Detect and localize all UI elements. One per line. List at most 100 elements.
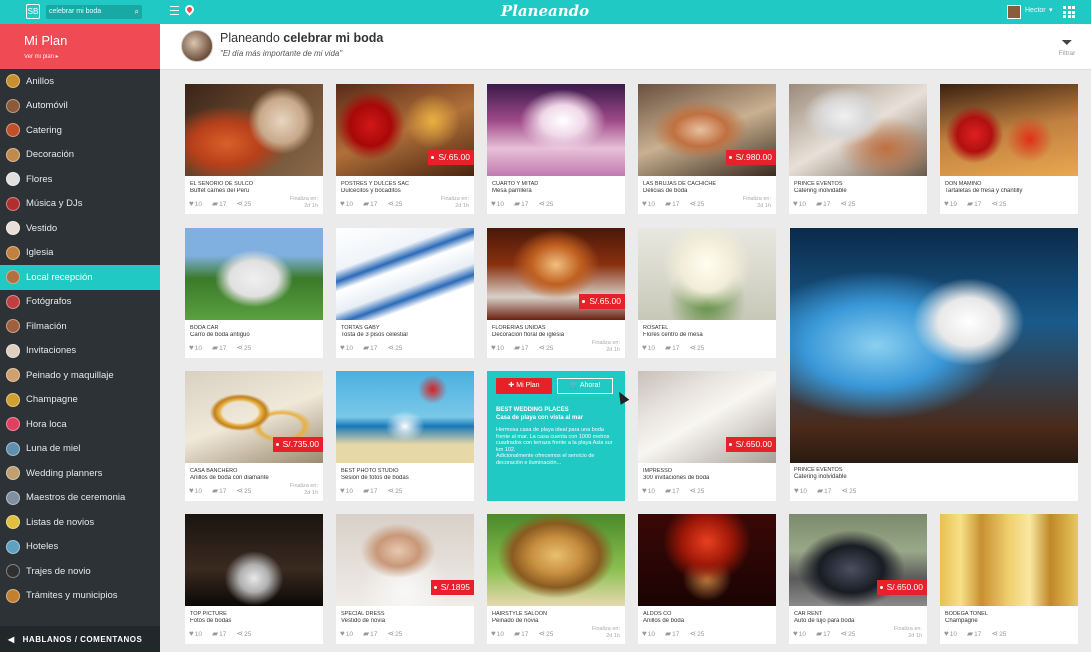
vendor-card[interactable]: POSTRES Y DULCES SAC Dulcecitos y bocadit… xyxy=(336,84,474,214)
comment-button[interactable]: ▰17 xyxy=(816,629,830,638)
vendor-card[interactable]: PRINCE EVENTOS Catering inolvidable ♥10 ▰17… xyxy=(789,84,927,214)
hamburger-menu-icon[interactable] xyxy=(170,6,179,15)
sidebar-item-maestros-de-ceremonia[interactable]: Maestros de ceremonia xyxy=(0,486,160,511)
plan-link[interactable]: Ver mi plan ▸ xyxy=(24,53,59,60)
sidebar-item-automóvil[interactable]: Automóvil xyxy=(0,94,160,119)
sidebar-item-wedding-planners[interactable]: Wedding planners xyxy=(0,461,160,486)
vendor-card[interactable]: CASA BANCHERO Anillos de boda con diamant… xyxy=(185,371,323,501)
vendor-card[interactable]: FLORERIAS UNIDAS Decoración floral de igl… xyxy=(487,228,625,358)
share-button[interactable]: ⋖25 xyxy=(841,486,856,495)
comment-button[interactable]: ▰17 xyxy=(212,199,226,208)
share-button[interactable]: ⋖25 xyxy=(689,199,704,208)
share-button[interactable]: ⋖25 xyxy=(689,343,704,352)
share-button[interactable]: ⋖25 xyxy=(689,486,704,495)
sidebar-item-trámites-y-municipios[interactable]: Trámites y municipios xyxy=(0,584,160,609)
my-plan-panel[interactable]: Mi Plan Ver mi plan ▸ xyxy=(0,24,160,69)
featured-image[interactable] xyxy=(790,228,1078,463)
buy-now-button[interactable]: 🛒 Ahora! xyxy=(557,378,613,394)
user-name[interactable]: Hector xyxy=(1025,7,1046,14)
vendor-card[interactable]: LAS BRUJAS DE CACHICHE Delicias de boda ♥1… xyxy=(638,84,776,214)
sidebar-item-catering[interactable]: Catering xyxy=(0,118,160,143)
vendor-card[interactable]: DON MAMINO Tartaletas de fresa y chantill… xyxy=(940,84,1078,214)
comment-button[interactable]: ▰17 xyxy=(363,486,377,495)
share-button[interactable]: ⋖25 xyxy=(689,629,704,638)
sidebar-item-hora-loca[interactable]: Hora loca xyxy=(0,412,160,437)
vendor-card[interactable]: BODA CAR Carro de boda antiguo ♥10 ▰17 ⋖25 xyxy=(185,228,323,358)
sidebar-item-flores[interactable]: Flores xyxy=(0,167,160,192)
chevron-down-icon[interactable]: ▾ xyxy=(1049,6,1053,14)
like-button[interactable]: ♥10 xyxy=(642,486,655,495)
like-button[interactable]: ♥10 xyxy=(340,343,353,352)
share-button[interactable]: ⋖25 xyxy=(236,629,251,638)
share-button[interactable]: ⋖25 xyxy=(387,343,402,352)
share-button[interactable]: ⋖25 xyxy=(387,199,402,208)
comment-button[interactable]: ▰17 xyxy=(816,199,830,208)
like-button[interactable]: ♥10 xyxy=(793,629,806,638)
like-button[interactable]: ♥10 xyxy=(944,629,957,638)
vendor-image[interactable] xyxy=(638,228,776,320)
vendor-card[interactable]: HAIRSTYLE SALOON Peinado de novia ♥10 ▰17 ⋖2… xyxy=(487,514,625,644)
comment-button[interactable]: ▰17 xyxy=(363,343,377,352)
filter-button[interactable]: ⏷ Filtrar xyxy=(1052,34,1082,57)
like-button[interactable]: ♥10 xyxy=(340,486,353,495)
share-button[interactable]: ⋖25 xyxy=(236,199,251,208)
share-button[interactable]: ⋖25 xyxy=(840,629,855,638)
brand-logo[interactable]: Planeando xyxy=(470,2,620,20)
sidebar-item-vestido[interactable]: Vestido xyxy=(0,216,160,241)
sidebar-item-champagne[interactable]: Champagne xyxy=(0,388,160,413)
like-button[interactable]: ♥10 xyxy=(491,629,504,638)
share-button[interactable]: ⋖25 xyxy=(991,629,1006,638)
comment-button[interactable]: ▰17 xyxy=(967,199,981,208)
location-pin-icon[interactable] xyxy=(183,3,196,16)
share-button[interactable]: ⋖25 xyxy=(387,486,402,495)
like-button[interactable]: ♥10 xyxy=(794,486,807,495)
sidebar-item-música-y-djs[interactable]: Música y DJs xyxy=(0,192,160,217)
like-button[interactable]: ♥10 xyxy=(189,199,202,208)
vendor-image[interactable] xyxy=(185,514,323,606)
add-to-plan-button[interactable]: ✚ Mi Plan xyxy=(496,378,552,394)
comment-button[interactable]: ▰17 xyxy=(665,199,679,208)
sidebar-item-fotógrafos[interactable]: Fotógrafos xyxy=(0,290,160,315)
sidebar-item-filmación[interactable]: Filmación xyxy=(0,314,160,339)
search-input[interactable]: celebrar mi boda ⌕ xyxy=(46,5,142,19)
vendor-image[interactable] xyxy=(789,84,927,176)
comment-button[interactable]: ▰17 xyxy=(514,343,528,352)
vendor-image[interactable] xyxy=(940,84,1078,176)
vendor-image[interactable] xyxy=(487,84,625,176)
comment-button[interactable]: ▰17 xyxy=(514,629,528,638)
like-button[interactable]: ♥10 xyxy=(340,629,353,638)
vendor-image[interactable] xyxy=(185,228,323,320)
like-button[interactable]: ♥10 xyxy=(189,343,202,352)
vendor-card[interactable]: SPECIAL DRESS Vestido de novia ♥10 ▰17 ⋖25 S/… xyxy=(336,514,474,644)
vendor-card[interactable]: TORTAS GABY Tosta de 3 pisos celestial ♥10… xyxy=(336,228,474,358)
sidebar-item-luna-de-miel[interactable]: Luna de miel xyxy=(0,437,160,462)
hover-card[interactable]: ✚ Mi Plan 🛒 Ahora! BEST WEDDING PLACES C… xyxy=(487,371,625,501)
share-button[interactable]: ⋖25 xyxy=(538,199,553,208)
share-button[interactable]: ⋖25 xyxy=(991,199,1006,208)
vendor-card[interactable]: CAR RENT Auto de lujo para boda ♥10 ▰17 ⋖25 F… xyxy=(789,514,927,644)
sidebar-item-listas-de-novios[interactable]: Listas de novios xyxy=(0,510,160,535)
vendor-card[interactable]: BODEGA TONEL Champagne ♥10 ▰17 ⋖25 xyxy=(940,514,1078,644)
like-button[interactable]: ♥10 xyxy=(642,199,655,208)
comment-button[interactable]: ▰17 xyxy=(817,486,831,495)
vendor-card[interactable]: ALDOS CO Anillos de boda ♥10 ▰17 ⋖25 xyxy=(638,514,776,644)
sidebar-item-anillos[interactable]: Anillos xyxy=(0,69,160,94)
share-button[interactable]: ⋖25 xyxy=(236,343,251,352)
like-button[interactable]: ♥10 xyxy=(340,199,353,208)
vendor-card[interactable]: IMPRESSO 300 invitaciones de boda ♥10 ▰17 ⋖2… xyxy=(638,371,776,501)
vendor-card[interactable]: TOP PICTURE Fotos de bodas ♥10 ▰17 ⋖25 xyxy=(185,514,323,644)
comment-button[interactable]: ▰17 xyxy=(363,199,377,208)
sidebar-item-hoteles[interactable]: Hoteles xyxy=(0,535,160,560)
sidebar-item-local-recepción[interactable]: Local recepción xyxy=(0,265,160,290)
vendor-card[interactable]: EL SEÑORIO DE SULCO Buffet carnes del Per… xyxy=(185,84,323,214)
sidebar-item-peinado-y-maquillaje[interactable]: Peinado y maquillaje xyxy=(0,363,160,388)
vendor-image[interactable] xyxy=(185,84,323,176)
share-button[interactable]: ⋖25 xyxy=(538,343,553,352)
like-button[interactable]: ♥19 xyxy=(944,199,957,208)
like-button[interactable]: ♥10 xyxy=(491,343,504,352)
sidebar-item-invitaciones[interactable]: Invitaciones xyxy=(0,339,160,364)
vendor-image[interactable] xyxy=(638,514,776,606)
vendor-image[interactable] xyxy=(940,514,1078,606)
like-button[interactable]: ♥10 xyxy=(642,629,655,638)
comment-button[interactable]: ▰17 xyxy=(514,199,528,208)
